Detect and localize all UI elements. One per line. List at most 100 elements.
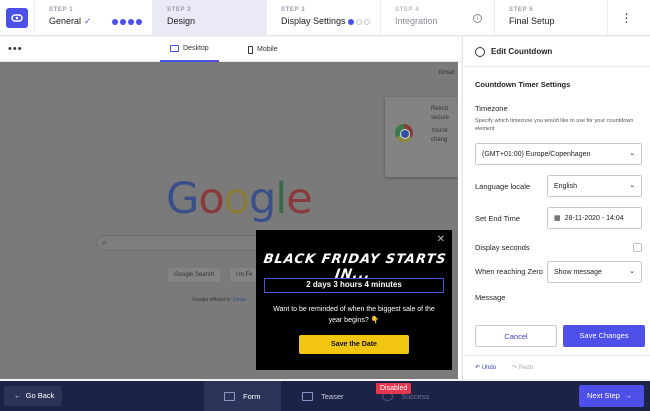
tab-label: Desktop — [183, 45, 209, 52]
logo-icon — [6, 8, 28, 28]
bottom-bar: ← Go Back Form Teaser Success Disabled N… — [0, 381, 650, 411]
step-number: STEP 5 — [509, 7, 534, 13]
go-back-button[interactable]: ← Go Back — [4, 386, 62, 406]
tab-form[interactable]: Form — [204, 381, 281, 411]
panel-actions: Cancel Save Changes — [475, 325, 645, 347]
tab-label: Form — [243, 391, 261, 401]
locale-row: Language locale English ⌄ — [475, 175, 642, 197]
progress-dots — [112, 19, 142, 25]
step-number: STEP 2 — [167, 7, 192, 13]
google-search-button: Google Search — [168, 268, 221, 282]
step-label: Final Setup — [509, 16, 555, 26]
button-label: Next Step — [587, 391, 620, 400]
panel-title: Edit Countdown — [491, 47, 553, 56]
step-design[interactable]: STEP 2 Design — [152, 0, 266, 36]
progress-dot — [112, 19, 118, 25]
step-number: STEP 3 — [281, 7, 306, 13]
locale-select[interactable]: English ⌄ — [547, 175, 642, 197]
end-time-row: Set End Time ▦ 28-11-2020 - 14:04 — [475, 207, 642, 229]
form-icon — [224, 391, 235, 401]
chrome-icon — [395, 124, 413, 142]
save-date-button[interactable]: Save the Date — [299, 335, 409, 354]
tab-desktop[interactable]: Desktop — [160, 37, 219, 62]
google-logo: Google — [166, 174, 313, 224]
save-changes-button[interactable]: Save Changes — [563, 325, 645, 347]
countdown-timer: 2 days 3 hours 4 minutes — [264, 278, 444, 293]
select-value: (GMT+01:00) Europe/Copenhagen — [482, 150, 591, 158]
seconds-row: Display seconds — [475, 243, 642, 252]
tab-teaser[interactable]: Teaser — [282, 381, 364, 411]
end-time-value: 28-11-2020 - 14:04 — [564, 214, 624, 222]
teaser-icon — [302, 391, 313, 401]
check-icon: ✓ — [84, 16, 92, 26]
progress-dot — [120, 19, 126, 25]
progress-dot — [128, 19, 134, 25]
message-label: Message — [475, 293, 506, 302]
arrow-right-icon: → — [624, 391, 632, 400]
step-general[interactable]: STEP 1 General ✓ — [34, 0, 152, 36]
preview-area: ••• Desktop Mobile Gmail Google ⌕ Google… — [0, 37, 461, 379]
progress-dot — [136, 19, 142, 25]
more-menu-icon[interactable]: ⋮ — [607, 0, 645, 35]
chevron-down-icon: ⌄ — [629, 150, 635, 157]
undo-button[interactable]: ↶ Undo — [475, 364, 496, 371]
zero-select[interactable]: Show message ⌄ — [547, 261, 642, 283]
offered-text: Google offered in: Deuts — [192, 297, 247, 303]
step-label: Design — [167, 16, 196, 26]
tab-mobile[interactable]: Mobile — [238, 37, 288, 62]
stopwatch-icon — [475, 46, 485, 57]
seconds-label: Display seconds — [475, 243, 530, 252]
progress-dots — [348, 19, 370, 25]
timezone-label: Timezone — [475, 104, 508, 113]
zero-row: When reaching Zero Show message ⌄ — [475, 261, 642, 283]
step-integration[interactable]: STEP 4 Integration i — [380, 0, 494, 36]
section-title: Countdown Timer Settings — [475, 80, 571, 89]
step-display-settings[interactable]: STEP 3 Display Settings — [266, 0, 380, 36]
app-logo[interactable] — [0, 0, 34, 36]
disabled-badge: Disabled — [376, 383, 412, 394]
search-icon: ⌕ — [102, 238, 107, 247]
calendar-icon: ▦ — [554, 215, 561, 222]
info-icon[interactable]: i — [473, 14, 482, 23]
mobile-icon — [248, 45, 253, 54]
step-number: STEP 1 — [49, 7, 74, 13]
select-value: Show message — [554, 268, 602, 276]
stepper-bar: STEP 1 General ✓ STEP 2 Design STEP 3 Dis… — [0, 0, 650, 36]
chevron-down-icon: ⌄ — [629, 182, 635, 189]
gmail-link: Gmail — [438, 70, 454, 76]
window-dots-icon: ••• — [8, 43, 23, 55]
next-step-button[interactable]: Next Step → — [579, 385, 644, 407]
progress-dot — [348, 19, 354, 25]
progress-dot — [364, 19, 370, 25]
progress-dot — [356, 19, 362, 25]
locale-label: Language locale — [475, 181, 531, 191]
popup-message: Want to be reminded of when the biggest … — [273, 306, 435, 324]
end-time-field[interactable]: ▦ 28-11-2020 - 14:04 — [547, 207, 642, 229]
divider — [463, 355, 650, 356]
select-value: English — [554, 182, 577, 190]
edit-panel: Edit Countdown Countdown Timer Settings … — [462, 37, 650, 379]
end-time-label: Set End Time — [475, 213, 521, 223]
button-label: Go Back — [25, 391, 55, 400]
step-final-setup[interactable]: STEP 5 Final Setup — [494, 0, 607, 36]
card-text: Reinst secure You're chang — [431, 106, 450, 143]
preview-toolbar: ••• Desktop Mobile — [0, 37, 461, 62]
chevron-down-icon: ⌄ — [629, 268, 635, 275]
chrome-card: Reinst secure You're chang — [385, 97, 458, 177]
tab-label: Mobile — [257, 46, 278, 53]
step-label: General — [49, 16, 82, 26]
redo-button[interactable]: ↷ Redo — [512, 364, 533, 371]
cancel-button[interactable]: Cancel — [475, 325, 557, 347]
zero-label: When reaching Zero — [475, 267, 543, 276]
arrow-left-icon: ← — [14, 391, 22, 400]
desktop-icon — [170, 45, 179, 52]
seconds-checkbox[interactable] — [633, 243, 642, 252]
panel-header: Edit Countdown — [463, 37, 650, 67]
countdown-popup: ✕ BLACK FRIDAY STARTS IN... 2 days 3 hou… — [256, 230, 452, 370]
step-number: STEP 4 — [395, 7, 420, 13]
history-controls: ↶ Undo ↷ Redo — [475, 364, 533, 371]
close-icon[interactable]: ✕ — [437, 234, 445, 245]
tab-label: Teaser — [321, 391, 344, 401]
timezone-select[interactable]: (GMT+01:00) Europe/Copenhagen ⌄ — [475, 143, 642, 165]
timezone-hint: Specify which timezone you would like to… — [475, 118, 634, 132]
